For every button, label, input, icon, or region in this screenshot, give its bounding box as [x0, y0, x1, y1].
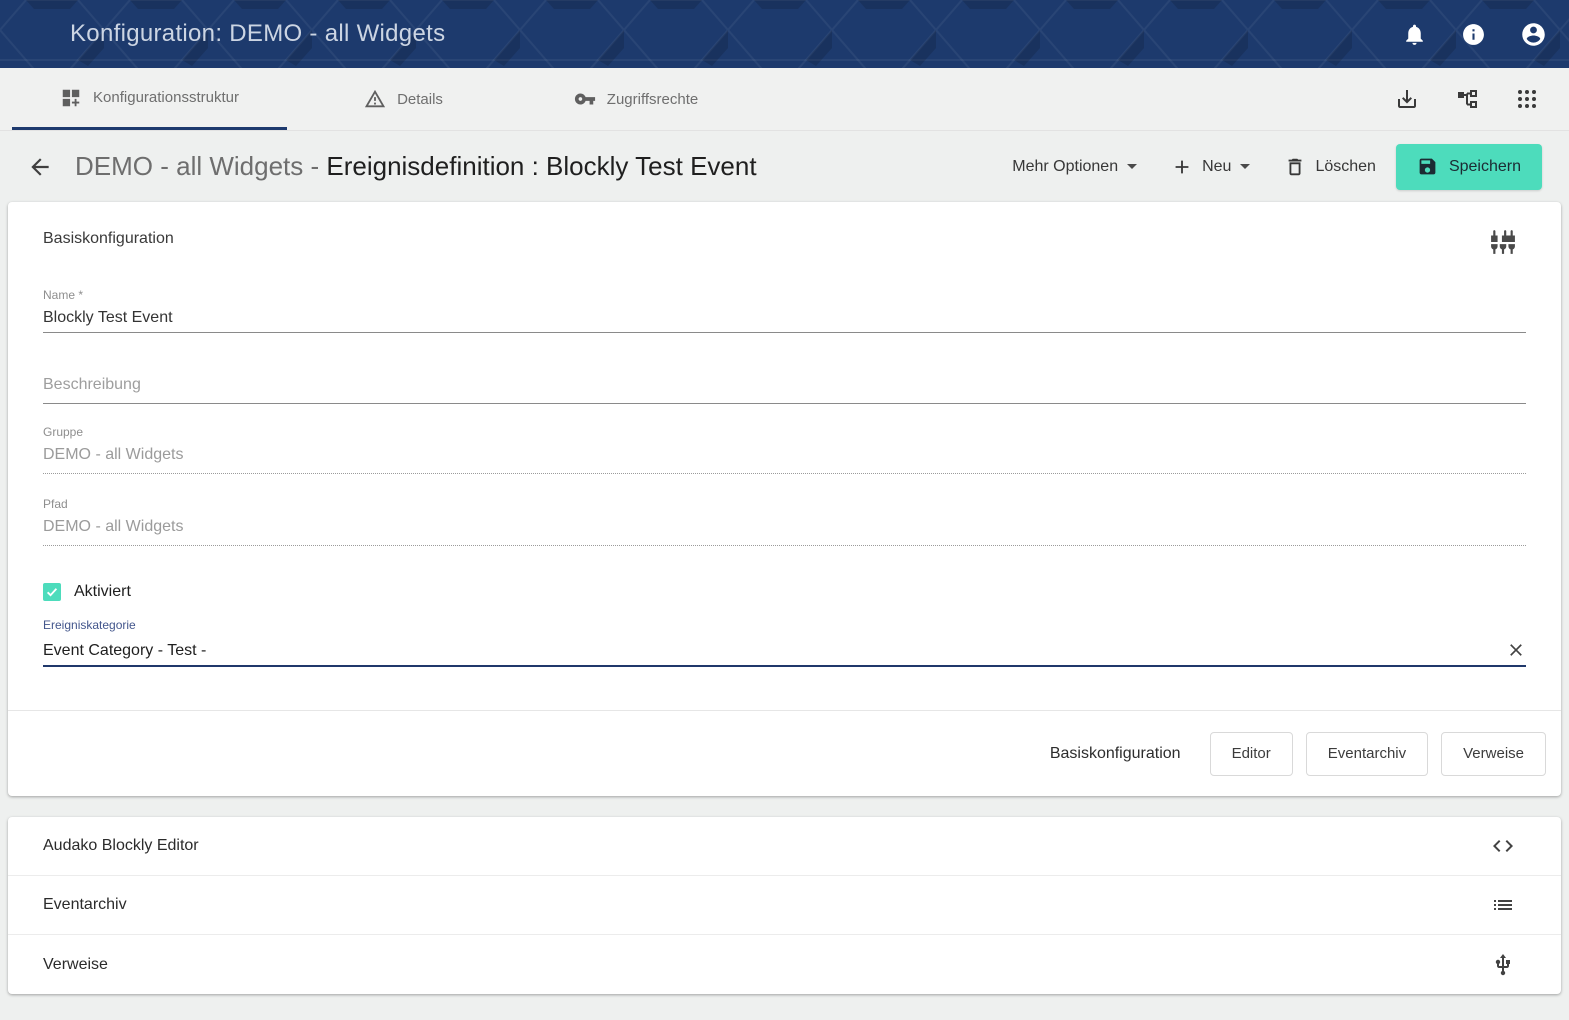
key-icon [574, 88, 596, 110]
clear-icon[interactable] [1506, 640, 1526, 660]
delete-label: Löschen [1315, 158, 1376, 176]
chevron-down-icon [1240, 164, 1250, 169]
vertical-sliders-icon[interactable] [1490, 229, 1516, 255]
activated-checkbox-row[interactable]: Aktiviert [43, 583, 1526, 601]
save-floppy-icon [1417, 156, 1438, 177]
download-icon[interactable] [1395, 87, 1419, 111]
tab-label: Details [397, 91, 443, 108]
tab-zugriffsrechte[interactable]: Zugriffsrechte [520, 68, 752, 130]
footer-button-verweise[interactable]: Verweise [1441, 732, 1546, 776]
path-label: Pfad [43, 497, 1526, 511]
app-root: Konfiguration: DEMO - all Widgets Konfig… [0, 0, 1569, 994]
header-icons [1402, 21, 1547, 48]
code-icon [1491, 834, 1515, 858]
tab-label: Konfigurationsstruktur [93, 89, 239, 106]
usb-icon [1491, 953, 1515, 977]
basiskonfiguration-card: Basiskonfiguration Name * Gruppe [8, 202, 1561, 796]
save-button[interactable]: Speichern [1396, 144, 1542, 190]
tab-label: Zugriffsrechte [607, 91, 698, 108]
group-label: Gruppe [43, 425, 1526, 439]
trash-icon [1284, 156, 1306, 178]
new-button[interactable]: Neu [1157, 146, 1264, 188]
panel-verweise[interactable]: Verweise [8, 935, 1561, 994]
notifications-bell-icon[interactable] [1402, 22, 1427, 47]
toolbar-icons [1395, 68, 1539, 130]
account-circle-icon[interactable] [1520, 21, 1547, 48]
dashboard-customize-icon [60, 87, 82, 109]
panels-card: Audako Blockly Editor Eventarchiv Verwei… [8, 817, 1561, 994]
checkbox-checked-icon[interactable] [43, 583, 61, 601]
name-label: Name * [43, 288, 1526, 302]
page-title-row: DEMO - all Widgets - Ereignisdefinition … [0, 131, 1569, 202]
app-header: Konfiguration: DEMO - all Widgets [0, 0, 1569, 68]
panel-audako-blockly-editor[interactable]: Audako Blockly Editor [8, 817, 1561, 876]
app-title: Konfiguration: DEMO - all Widgets [70, 20, 445, 48]
back-arrow-icon[interactable] [27, 154, 53, 180]
hierarchy-icon[interactable] [1455, 87, 1479, 111]
section-head: Basiskonfiguration [43, 202, 1526, 255]
name-field: Name * [43, 288, 1526, 333]
footer-button-eventarchiv[interactable]: Eventarchiv [1306, 732, 1428, 776]
description-input[interactable] [43, 375, 1526, 404]
footer-button-editor[interactable]: Editor [1210, 732, 1293, 776]
footer-view-basiskonfiguration[interactable]: Basiskonfiguration [1050, 745, 1181, 763]
activated-label: Aktiviert [74, 583, 131, 601]
tab-details[interactable]: Details [287, 68, 520, 130]
tab-konfigurationsstruktur[interactable]: Konfigurationsstruktur [12, 68, 287, 130]
warning-triangle-icon [364, 88, 386, 110]
path-input [43, 517, 1526, 546]
panel-eventarchiv[interactable]: Eventarchiv [8, 876, 1561, 935]
tab-bar: Konfigurationsstruktur Details Zugriffsr… [0, 68, 1569, 131]
event-category-field: Ereigniskategorie [43, 618, 1526, 667]
section-title: Basiskonfiguration [43, 229, 174, 249]
delete-button[interactable]: Löschen [1270, 146, 1390, 188]
form-body: Basiskonfiguration Name * Gruppe [8, 202, 1561, 667]
info-icon[interactable] [1461, 22, 1486, 47]
panel-label: Eventarchiv [43, 896, 127, 914]
page-actions: Mehr Optionen Neu Löschen Spe [998, 144, 1542, 190]
plus-icon [1171, 156, 1193, 178]
save-label: Speichern [1449, 158, 1521, 176]
main-content: Basiskonfiguration Name * Gruppe [0, 202, 1569, 994]
page-title: DEMO - all Widgets - Ereignisdefinition … [75, 151, 757, 182]
name-input[interactable] [43, 308, 1526, 333]
group-field: Gruppe [43, 425, 1526, 474]
apps-grid-icon[interactable] [1515, 87, 1539, 111]
list-icon [1491, 893, 1515, 917]
group-input [43, 445, 1526, 474]
breadcrumb: DEMO - all Widgets - [75, 151, 326, 181]
event-category-label: Ereigniskategorie [43, 618, 1526, 632]
panel-label: Audako Blockly Editor [43, 837, 199, 855]
new-label: Neu [1202, 158, 1231, 176]
event-category-input-row [43, 640, 1526, 667]
page-title-main: Ereignisdefinition : Blockly Test Event [326, 151, 756, 181]
panel-label: Verweise [43, 956, 108, 974]
chevron-down-icon [1127, 164, 1137, 169]
description-field [43, 375, 1526, 404]
more-options-label: Mehr Optionen [1012, 158, 1118, 176]
card-footer-nav: Basiskonfiguration Editor Eventarchiv Ve… [8, 710, 1561, 796]
path-field: Pfad [43, 497, 1526, 546]
event-category-input[interactable] [43, 641, 1494, 660]
more-options-button[interactable]: Mehr Optionen [998, 148, 1151, 186]
